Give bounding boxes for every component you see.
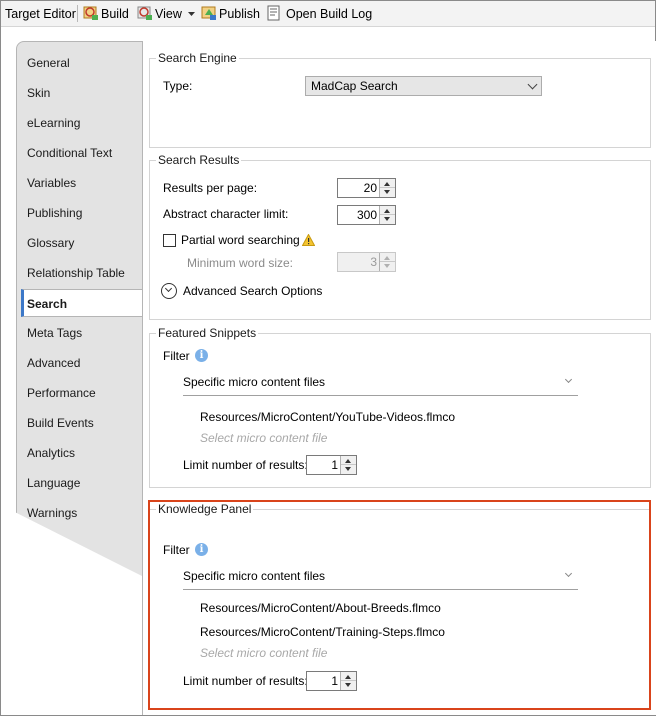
min-word-size-value: 3	[370, 255, 377, 269]
chevron-down-icon	[527, 79, 538, 90]
partial-word-checkbox[interactable]	[163, 234, 176, 247]
results-per-page-label: Results per page:	[163, 181, 258, 195]
toolbar-separator	[77, 5, 78, 22]
nav-item-performance[interactable]: Performance	[27, 383, 141, 403]
nav-item-warnings[interactable]: Warnings	[27, 503, 141, 523]
nav-item-glossary[interactable]: Glossary	[27, 233, 141, 253]
nav-item-skin[interactable]: Skin	[27, 83, 141, 103]
nav-item-language[interactable]: Language	[27, 473, 141, 493]
featured-filter-value: Specific micro content files	[183, 375, 326, 389]
search-engine-type-value: MadCap Search	[311, 79, 398, 93]
featured-limit-value: 1	[331, 458, 338, 472]
abstract-limit-spin-buttons[interactable]	[379, 206, 395, 224]
type-label: Type:	[163, 79, 193, 93]
abstract-limit-value: 300	[356, 208, 377, 222]
search-engine-legend: Search Engine	[156, 51, 239, 65]
nav-item-variables[interactable]: Variables	[27, 173, 141, 193]
abstract-limit-stepper[interactable]: 300	[337, 205, 396, 225]
nav-item-elearning[interactable]: eLearning	[27, 113, 141, 133]
results-per-page-spin-buttons[interactable]	[379, 179, 395, 197]
build-button[interactable]: Build	[101, 5, 129, 23]
info-icon[interactable]: i	[195, 349, 208, 362]
featured-select-file-hint[interactable]: Select micro content file	[200, 431, 327, 445]
search-results-legend: Search Results	[156, 153, 242, 167]
nav-item-build-events[interactable]: Build Events	[27, 413, 141, 433]
featured-snippets-legend: Featured Snippets	[156, 326, 259, 340]
view-button[interactable]: View	[155, 5, 182, 23]
open-build-log-button[interactable]: Open Build Log	[286, 5, 372, 23]
min-word-size-spin-buttons	[379, 253, 395, 271]
build-icon	[83, 6, 98, 20]
nav-item-advanced[interactable]: Advanced	[27, 353, 141, 373]
results-per-page-stepper[interactable]: 20	[337, 178, 396, 198]
nav-item-general[interactable]: General	[27, 53, 141, 73]
min-word-size-label: Minimum word size:	[187, 256, 294, 270]
featured-limit-spin-buttons[interactable]	[340, 456, 356, 474]
editor-title: Target Editor	[5, 7, 76, 21]
expand-chevron-icon[interactable]	[161, 283, 177, 299]
nav-item-publishing[interactable]: Publishing	[27, 203, 141, 223]
chevron-down-icon	[564, 375, 573, 384]
nav-item-meta-tags[interactable]: Meta Tags	[27, 323, 141, 343]
partial-word-label[interactable]: Partial word searching	[181, 233, 300, 247]
abstract-limit-label: Abstract character limit:	[163, 207, 289, 221]
featured-filter-label: Filter	[163, 349, 190, 363]
featured-file-item[interactable]: Resources/MicroContent/YouTube-Videos.fl…	[200, 410, 455, 424]
target-editor-window: Target Editor Build View Publish Open Bu…	[0, 0, 656, 716]
results-per-page-value: 20	[363, 181, 377, 195]
featured-filter-select[interactable]: Specific micro content files	[183, 373, 578, 396]
nav-item-search[interactable]: Search	[21, 289, 142, 317]
knowledge-panel-highlight	[148, 500, 651, 710]
publish-button[interactable]: Publish	[219, 5, 260, 23]
publish-icon	[201, 6, 216, 20]
featured-limit-label: Limit number of results:	[183, 458, 308, 472]
nav-item-conditional-text[interactable]: Conditional Text	[27, 143, 141, 163]
advanced-search-options-toggle[interactable]: Advanced Search Options	[183, 284, 322, 298]
view-icon	[137, 6, 152, 20]
warning-icon	[302, 234, 315, 246]
toolbar: Target Editor Build View Publish Open Bu…	[1, 1, 655, 27]
search-engine-group: Search Engine	[149, 51, 651, 148]
nav-item-analytics[interactable]: Analytics	[27, 443, 141, 463]
featured-limit-stepper[interactable]: 1	[306, 455, 357, 475]
view-dropdown-arrow-icon[interactable]	[188, 12, 195, 17]
nav-item-relationship-table[interactable]: Relationship Table	[27, 263, 141, 283]
build-log-icon	[267, 5, 280, 21]
min-word-size-stepper: 3	[337, 252, 396, 272]
search-engine-type-select[interactable]: MadCap Search	[305, 76, 542, 96]
